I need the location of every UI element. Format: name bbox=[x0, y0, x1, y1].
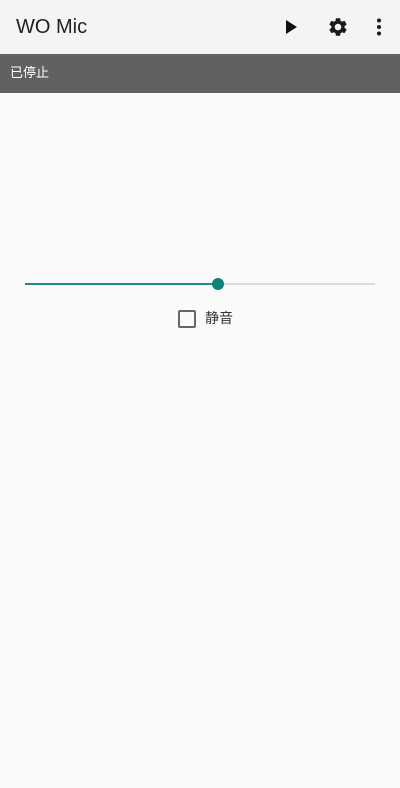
play-icon bbox=[286, 20, 297, 34]
overflow-menu-button[interactable] bbox=[362, 10, 396, 44]
mute-label: 静音 bbox=[205, 311, 233, 327]
app-title: WO Mic bbox=[16, 16, 88, 38]
more-vert-icon bbox=[377, 18, 381, 36]
play-button[interactable] bbox=[274, 10, 308, 44]
gear-icon bbox=[329, 18, 347, 36]
status-text: 已停止 bbox=[10, 66, 50, 81]
mute-checkbox[interactable] bbox=[178, 310, 196, 328]
settings-button[interactable] bbox=[321, 10, 355, 44]
mute-option[interactable]: 静音 bbox=[178, 309, 233, 329]
slider-fill bbox=[25, 283, 218, 285]
app-bar: WO Mic bbox=[0, 0, 400, 54]
volume-slider[interactable] bbox=[25, 274, 375, 294]
status-bar: 已停止 bbox=[0, 54, 400, 93]
slider-thumb[interactable] bbox=[211, 278, 224, 290]
